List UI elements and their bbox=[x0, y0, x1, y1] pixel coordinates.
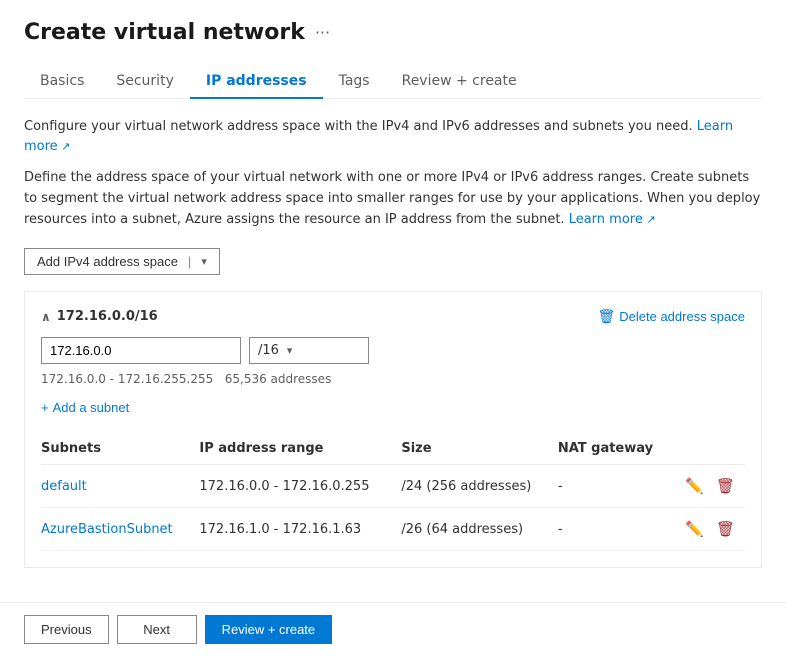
address-range: 172.16.0.0 - 172.16.255.255 65,536 addre… bbox=[41, 372, 745, 386]
chevron-down-icon: ▾ bbox=[287, 344, 293, 357]
next-button[interactable]: Next bbox=[117, 615, 197, 644]
subnet-size-default: /24 (256 addresses) bbox=[401, 465, 557, 508]
add-subnet-label: Add a subnet bbox=[53, 400, 130, 415]
tab-security[interactable]: Security bbox=[100, 65, 190, 99]
subnet-name-bastion[interactable]: AzureBastionSubnet bbox=[41, 522, 173, 537]
previous-button[interactable]: Previous bbox=[24, 615, 109, 644]
tab-tags[interactable]: Tags bbox=[323, 65, 386, 99]
collapse-icon[interactable]: ∧ bbox=[41, 310, 51, 324]
footer-bar: Previous Next Review + create bbox=[0, 602, 786, 656]
edit-subnet-bastion-button[interactable]: ✏️ bbox=[683, 518, 706, 540]
tabs-nav: Basics Security IP addresses Tags Review… bbox=[24, 65, 762, 99]
page-title: Create virtual network bbox=[24, 20, 305, 45]
delete-address-space-button[interactable]: 🗑 Delete address space bbox=[597, 308, 745, 325]
review-create-button[interactable]: Review + create bbox=[205, 615, 333, 644]
subnet-ip-range-default: 172.16.0.0 - 172.16.0.255 bbox=[199, 465, 401, 508]
description-1: Configure your virtual network address s… bbox=[24, 117, 762, 156]
col-ip-range: IP address range bbox=[199, 433, 401, 465]
tab-review-create[interactable]: Review + create bbox=[386, 65, 533, 99]
subnet-ip-range-bastion: 172.16.1.0 - 172.16.1.63 bbox=[199, 508, 401, 551]
divider: | bbox=[188, 254, 191, 269]
tab-ip-addresses[interactable]: IP addresses bbox=[190, 65, 323, 99]
cidr-value: /16 bbox=[258, 343, 279, 358]
col-nat: NAT gateway bbox=[558, 433, 675, 465]
col-subnets: Subnets bbox=[41, 433, 199, 465]
subnets-table: Subnets IP address range Size NAT gatewa… bbox=[41, 433, 745, 551]
delete-subnet-default-button[interactable]: 🗑 bbox=[714, 475, 737, 497]
add-subnet-button[interactable]: + Add a subnet bbox=[41, 400, 129, 415]
edit-subnet-default-button[interactable]: ✏️ bbox=[683, 475, 706, 497]
add-ipv4-button[interactable]: Add IPv4 address space | ▾ bbox=[24, 248, 220, 275]
subnet-actions-bastion: ✏️ 🗑 bbox=[675, 518, 737, 540]
trash-icon: 🗑 bbox=[597, 308, 615, 325]
table-row: default 172.16.0.0 - 172.16.0.255 /24 (2… bbox=[41, 465, 745, 508]
subnet-nat-default: - bbox=[558, 465, 675, 508]
subnet-size-bastion: /26 (64 addresses) bbox=[401, 508, 557, 551]
address-space-label: 172.16.0.0/16 bbox=[57, 309, 158, 324]
tab-basics[interactable]: Basics bbox=[24, 65, 100, 99]
subnet-actions-default: ✏️ 🗑 bbox=[675, 475, 737, 497]
address-input-row: /16 ▾ bbox=[41, 337, 745, 364]
cidr-select[interactable]: /16 ▾ bbox=[249, 337, 369, 364]
delete-subnet-bastion-button[interactable]: 🗑 bbox=[714, 518, 737, 540]
chevron-down-icon: ▾ bbox=[201, 255, 207, 268]
plus-icon: + bbox=[41, 400, 49, 415]
subnet-name-default[interactable]: default bbox=[41, 479, 87, 494]
table-row: AzureBastionSubnet 172.16.1.0 - 172.16.1… bbox=[41, 508, 745, 551]
ip-address-input[interactable] bbox=[41, 337, 241, 364]
subnet-nat-bastion: - bbox=[558, 508, 675, 551]
description-2: Define the address space of your virtual… bbox=[24, 168, 762, 230]
add-ipv4-label: Add IPv4 address space bbox=[37, 254, 178, 269]
delete-address-label: Delete address space bbox=[619, 309, 745, 324]
address-space-container: ∧ 172.16.0.0/16 🗑 Delete address space /… bbox=[24, 291, 762, 568]
learn-more-link-2[interactable]: Learn more bbox=[569, 212, 656, 227]
col-actions bbox=[675, 433, 745, 465]
more-options-icon[interactable]: ··· bbox=[315, 23, 330, 42]
col-size: Size bbox=[401, 433, 557, 465]
